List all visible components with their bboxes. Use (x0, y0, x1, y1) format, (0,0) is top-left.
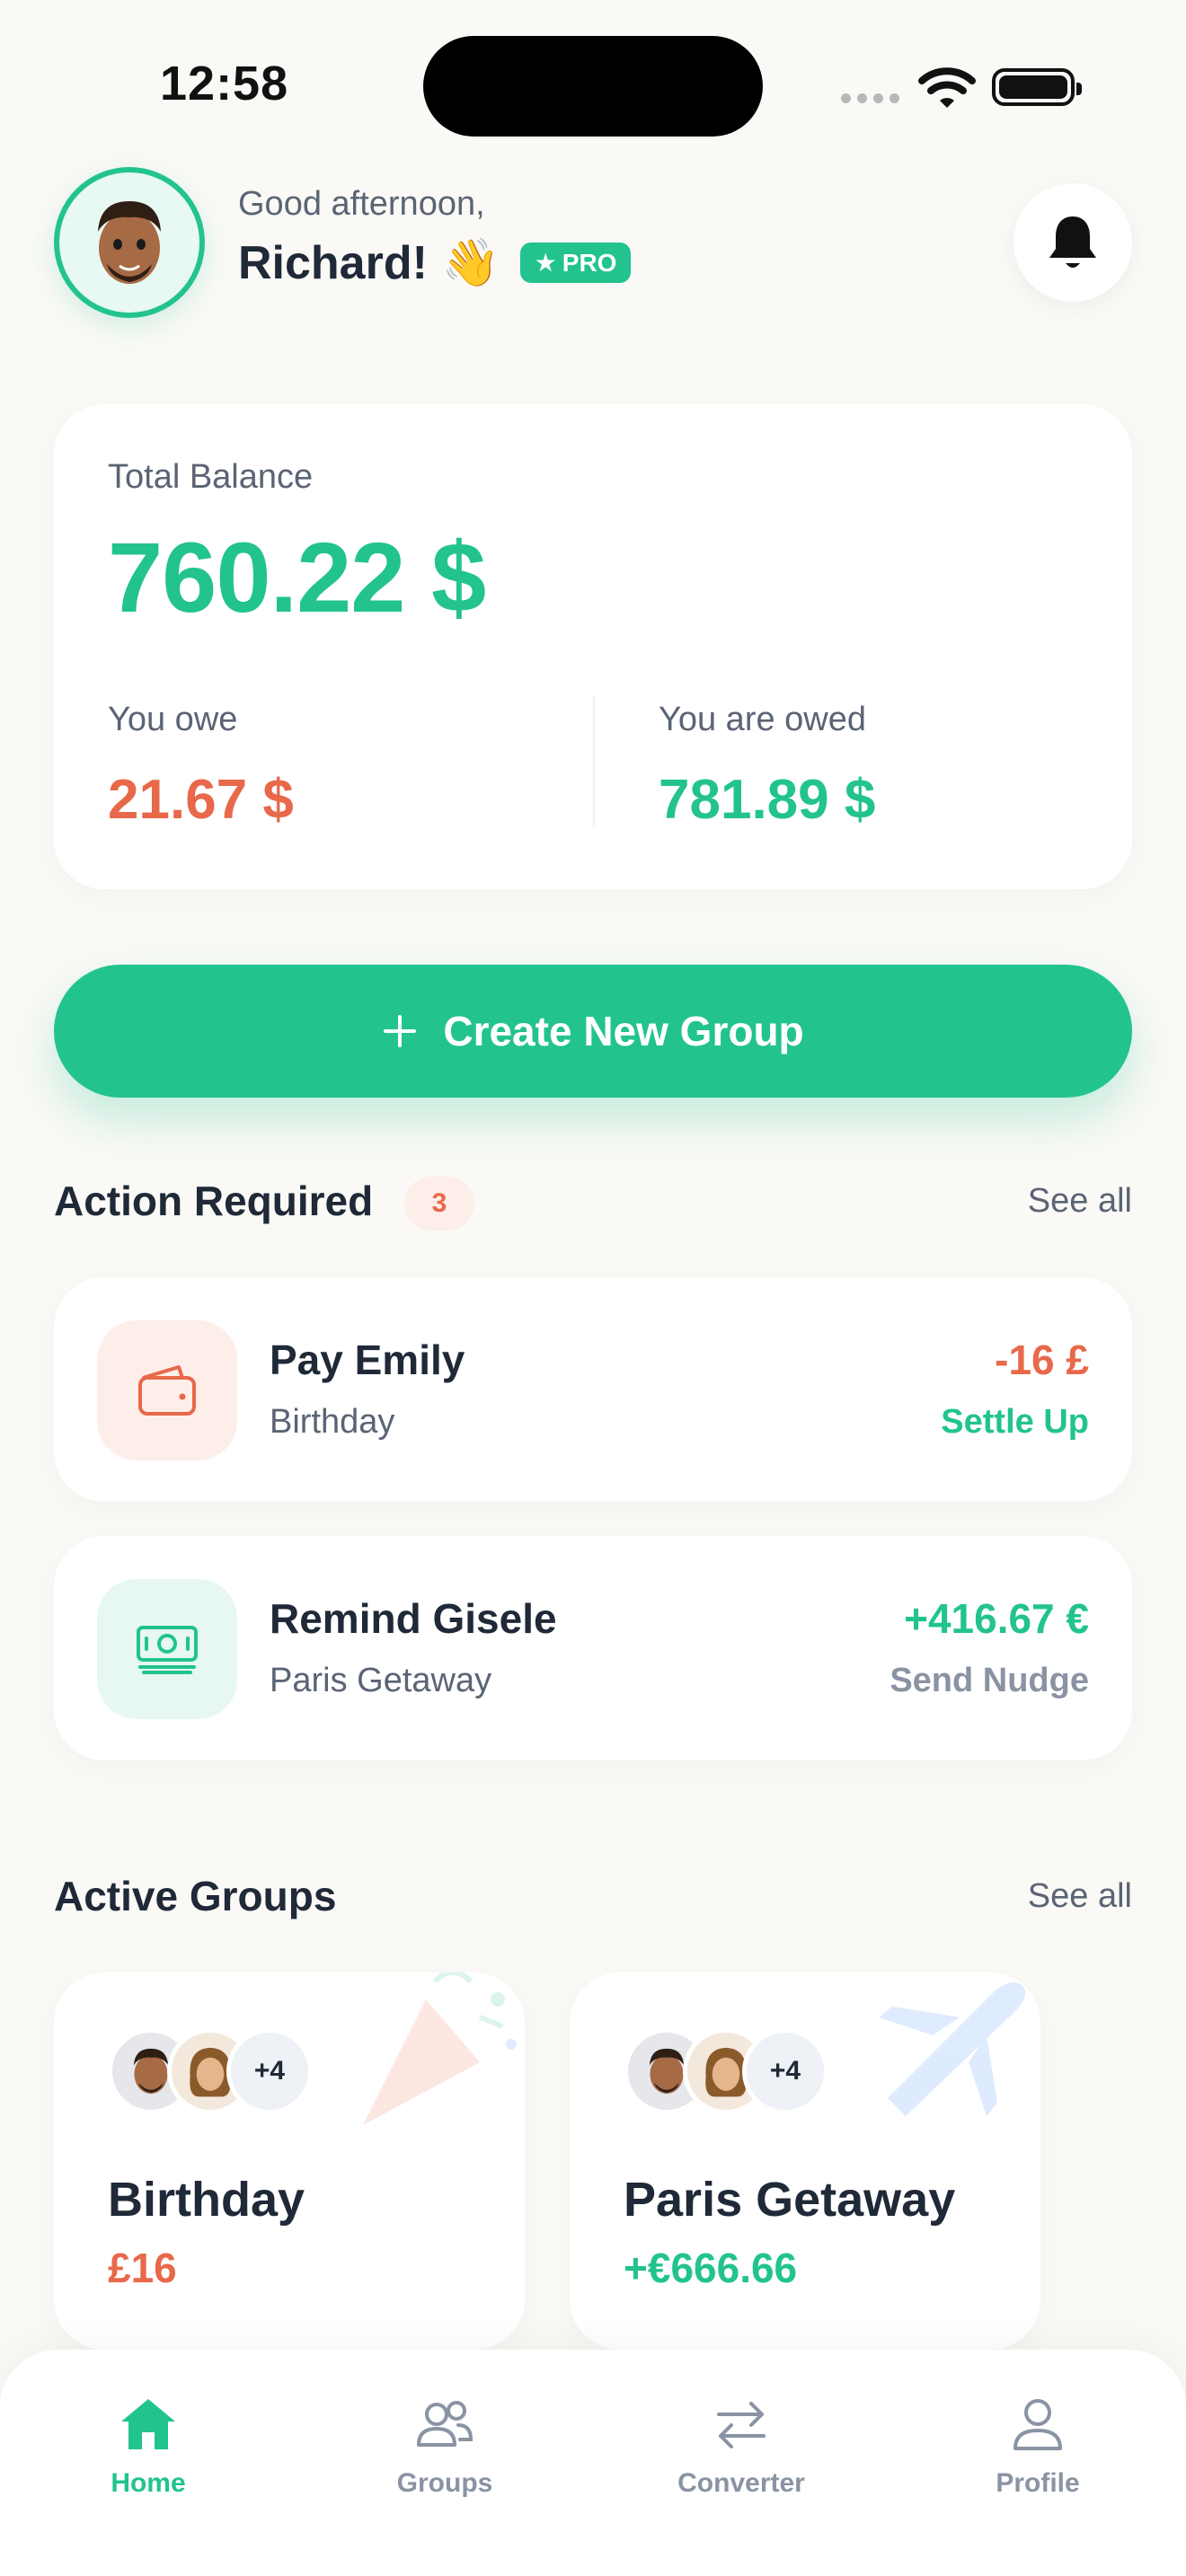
active-groups-see-all[interactable]: See all (1028, 1877, 1132, 1916)
cash-icon (137, 1626, 198, 1674)
memoji-avatar-icon (98, 201, 161, 284)
tab-bar: Home Groups Converter Profile (0, 2350, 1186, 2576)
pro-badge-label: PRO (562, 248, 617, 277)
action-subtitle: Birthday (270, 1403, 395, 1441)
groups-icon (417, 2401, 474, 2447)
wallet-icon (138, 1365, 196, 1416)
tab-label: Home (111, 2468, 186, 2498)
party-popper-icon (363, 1972, 517, 2125)
waving-hand-icon: 👋 (441, 237, 500, 289)
action-title: Pay Emily (270, 1337, 465, 1383)
group-name: Paris Getaway (624, 2173, 956, 2227)
wifi-icon (918, 67, 976, 108)
tab-converter[interactable]: Converter (593, 2350, 890, 2576)
settle-up-button[interactable]: Settle Up (941, 1403, 1089, 1442)
tab-home[interactable]: Home (0, 2350, 296, 2576)
tab-groups[interactable]: Groups (296, 2350, 593, 2576)
swap-icon (717, 2402, 766, 2448)
status-time: 12:58 (160, 57, 289, 110)
pro-badge: ★ PRO (519, 243, 632, 283)
action-amount: +416.67 € (904, 1595, 1089, 1642)
star-icon: ★ (534, 249, 557, 277)
group-avatars: +4 (108, 2028, 313, 2114)
you-are-owed-value: 781.89 $ (659, 769, 876, 831)
plus-icon (384, 1015, 417, 1047)
tab-label: Groups (396, 2468, 493, 2498)
user-name: Richard! (238, 236, 428, 289)
group-card-birthday[interactable]: +4 Birthday £16 (54, 1972, 525, 2350)
action-required-title: Action Required (54, 1178, 374, 1224)
action-icon-box (97, 1579, 237, 1719)
airplane-icon (879, 1982, 1026, 2116)
create-new-group-label: Create New Group (443, 1008, 804, 1054)
home-icon (121, 2399, 175, 2449)
user-name-row: Richard! 👋 ★ PRO (238, 235, 632, 290)
balance-card: Total Balance 760.22 $ You owe 21.67 $ Y… (54, 404, 1132, 889)
total-balance-value: 760.22 $ (108, 523, 486, 633)
user-avatar[interactable] (54, 167, 205, 318)
profile-icon (1013, 2399, 1062, 2450)
you-are-owed-label: You are owed (659, 701, 867, 738)
bell-icon (1049, 216, 1096, 268)
action-item-remind-gisele[interactable]: Remind Gisele Paris Getaway +416.67 € Se… (54, 1536, 1132, 1760)
more-members-count: +4 (226, 2028, 313, 2114)
tab-label: Converter (677, 2468, 805, 2498)
action-subtitle: Paris Getaway (270, 1662, 492, 1699)
tab-profile[interactable]: Profile (890, 2350, 1186, 2576)
notifications-button[interactable] (1013, 183, 1132, 302)
more-members-count: +4 (742, 2028, 828, 2114)
action-required-see-all[interactable]: See all (1028, 1182, 1132, 1221)
group-balance: +€666.66 (624, 2245, 798, 2291)
battery-icon (992, 68, 1082, 106)
group-balance: £16 (108, 2245, 177, 2291)
action-amount: -16 £ (995, 1337, 1089, 1383)
group-card-paris-getaway[interactable]: +4 Paris Getaway +€666.66 (570, 1972, 1040, 2350)
create-new-group-button[interactable]: Create New Group (54, 965, 1132, 1098)
tab-label: Profile (996, 2468, 1080, 2498)
action-count-badge: 3 (404, 1177, 474, 1231)
action-item-pay-emily[interactable]: Pay Emily Birthday -16 £ Settle Up (54, 1277, 1132, 1502)
action-title: Remind Gisele (270, 1595, 557, 1642)
active-groups-title: Active Groups (54, 1873, 337, 1919)
you-owe-value: 21.67 $ (108, 769, 294, 831)
greeting-text: Good afternoon, (238, 185, 485, 223)
action-icon-box (97, 1320, 237, 1460)
group-avatars: +4 (624, 2028, 828, 2114)
balance-divider (593, 696, 595, 826)
you-owe-label: You owe (108, 701, 238, 738)
cellular-signal-icon (841, 93, 899, 103)
send-nudge-button[interactable]: Send Nudge (890, 1662, 1089, 1700)
total-balance-label: Total Balance (108, 458, 314, 496)
dynamic-island (423, 36, 763, 137)
group-name: Birthday (108, 2173, 305, 2227)
